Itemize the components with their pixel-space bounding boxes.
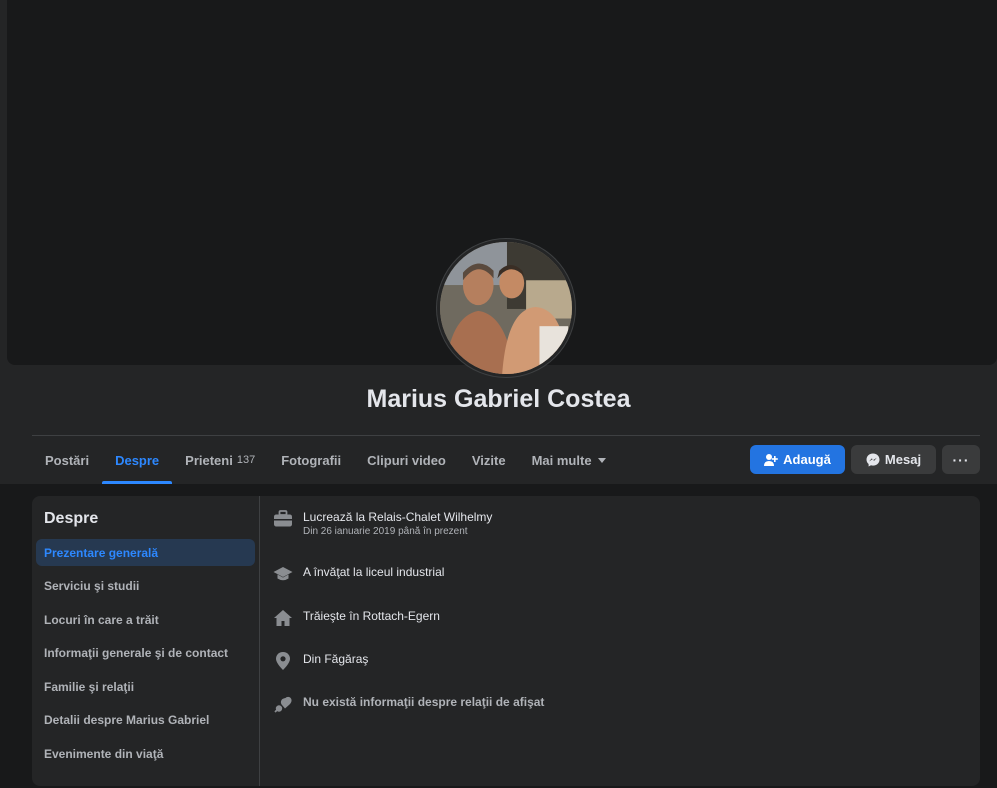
profile-actions: Adaugă Mesaj ··· (750, 445, 980, 474)
about-title: Despre (44, 510, 99, 527)
friends-count: 137 (236, 454, 256, 466)
about-menu-work-education[interactable]: Serviciu şi studii (36, 573, 255, 600)
relationship-row: Nu există informaţii despre relaţii de a… (272, 694, 544, 714)
briefcase-icon (272, 509, 294, 529)
tab-label: Despre (115, 452, 160, 468)
tab-about[interactable]: Despre (102, 436, 173, 484)
about-menu-life-events[interactable]: Evenimente din viaţă (36, 740, 255, 767)
profile-photo (440, 242, 572, 374)
tab-label: Clipuri video (367, 452, 446, 468)
tab-more[interactable]: Mai multe (519, 436, 619, 484)
tab-checkins[interactable]: Vizite (459, 436, 519, 484)
messenger-icon (866, 453, 880, 466)
message-button[interactable]: Mesaj (851, 445, 936, 474)
tab-label: Fotografii (281, 452, 342, 468)
tab-label: Vizite (471, 452, 506, 468)
graduation-cap-icon (272, 564, 294, 584)
work-text: Lucrează la Relais-Chalet Wilhelmy (303, 510, 493, 524)
add-friend-label: Adaugă (783, 452, 831, 467)
lives-text: Trăieşte în Rottach-Egern (303, 609, 440, 623)
about-menu-overview[interactable]: Prezentare generală (36, 539, 255, 566)
tab-videos[interactable]: Clipuri video (354, 436, 459, 484)
tab-label: Mai multe (531, 452, 592, 468)
hometown-text: Din Făgăraş (303, 652, 369, 666)
hometown-row: Din Făgăraş (272, 651, 368, 671)
lives-row: Trăieşte în Rottach-Egern (272, 608, 440, 628)
education-row: A învăţat la liceul industrial (272, 564, 444, 584)
add-friend-icon (764, 453, 778, 466)
profile-name: Marius Gabriel Costea (366, 385, 631, 413)
home-icon (272, 608, 294, 628)
caret-down-icon (597, 457, 606, 463)
location-pin-icon (272, 651, 294, 671)
work-dates: Din 26 ianuarie 2019 până în prezent (303, 526, 468, 537)
about-menu-places-lived[interactable]: Locuri în care a trăit (36, 606, 255, 633)
more-options-button[interactable]: ··· (942, 445, 980, 474)
message-label: Mesaj (884, 452, 922, 467)
relationship-text: Nu există informaţii despre relaţii de a… (303, 695, 545, 709)
about-menu-family[interactable]: Familie şi relaţii (36, 673, 255, 700)
work-row: Lucrează la Relais-Chalet Wilhelmy Din 2… (272, 509, 492, 539)
about-menu-details[interactable]: Detalii despre Marius Gabriel (36, 707, 255, 734)
tab-posts[interactable]: Postări (32, 436, 102, 484)
education-text: A învăţat la liceul industrial (303, 565, 445, 579)
about-card: Despre Prezentare generală Serviciu şi s… (32, 496, 980, 786)
profile-tabs: Postări Despre Prieteni 137 Fotografii C… (32, 436, 619, 484)
about-sidebar: Despre Prezentare generală Serviciu şi s… (32, 496, 260, 786)
tab-friends[interactable]: Prieteni 137 (172, 436, 268, 484)
tab-label: Prieteni (185, 452, 233, 468)
more-options-icon: ··· (952, 451, 970, 468)
about-overview: Lucrează la Relais-Chalet Wilhelmy Din 2… (272, 496, 980, 786)
about-menu: Prezentare generală Serviciu şi studii L… (36, 539, 255, 774)
profile-avatar[interactable] (437, 239, 575, 377)
about-menu-contact-info[interactable]: Informaţii generale şi de contact (36, 640, 255, 667)
heart-icon (272, 694, 294, 714)
tab-photos[interactable]: Fotografii (268, 436, 354, 484)
add-friend-button[interactable]: Adaugă (750, 445, 845, 474)
tab-label: Postări (45, 452, 90, 468)
